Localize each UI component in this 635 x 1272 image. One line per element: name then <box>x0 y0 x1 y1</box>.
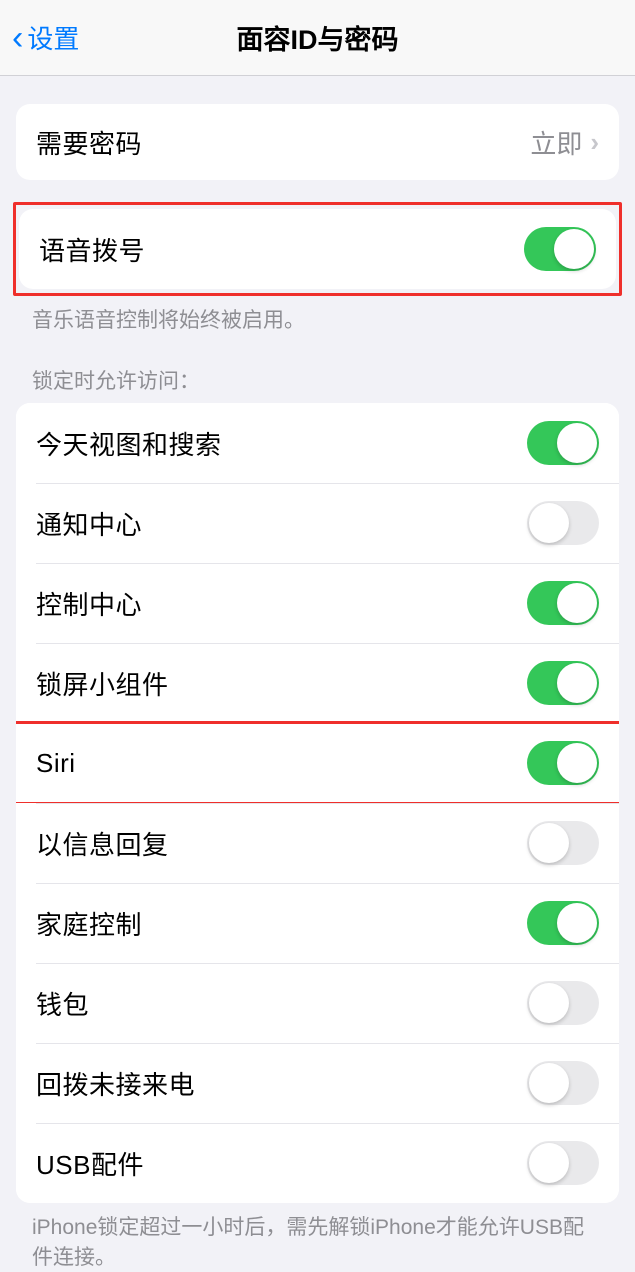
nav-header: ‹ 设置 面容ID与密码 <box>0 0 635 76</box>
lock-row: 以信息回复 <box>16 803 619 883</box>
row-label: 家庭控制 <box>36 905 142 942</box>
toggle-knob <box>557 423 597 463</box>
lock-row: 锁屏小组件 <box>16 643 619 723</box>
lock-access-group: 今天视图和搜索通知中心控制中心锁屏小组件 Siri 以信息回复家庭控制钱包回拨未接来… <box>16 403 619 1203</box>
toggle-knob <box>554 229 594 269</box>
row-label: 回拨未接来电 <box>36 1065 195 1102</box>
toggle-knob <box>557 903 597 943</box>
lock-toggle[interactable] <box>527 981 599 1025</box>
page-title: 面容ID与密码 <box>237 18 399 57</box>
row-label: Siri <box>36 748 76 779</box>
chevron-left-icon: ‹ <box>12 21 23 55</box>
lock-toggle[interactable] <box>527 1141 599 1185</box>
voice-dial-group: 语音拨号 <box>19 209 616 289</box>
content: 需要密码 立即 › 语音拨号 音乐语音控制将始终被启用。 锁定时允许访问： 今天… <box>0 104 635 1272</box>
lock-row: 钱包 <box>16 963 619 1043</box>
lock-toggle[interactable] <box>527 1061 599 1105</box>
toggle-knob <box>557 743 597 783</box>
chevron-right-icon: › <box>590 127 599 158</box>
voice-dial-row: 语音拨号 <box>19 209 616 289</box>
lock-toggle[interactable] <box>527 661 599 705</box>
toggle-knob <box>529 503 569 543</box>
require-passcode-row[interactable]: 需要密码 立即 › <box>16 104 619 180</box>
lock-toggle[interactable] <box>527 501 599 545</box>
toggle-knob <box>529 1063 569 1103</box>
row-label: 通知中心 <box>36 505 142 542</box>
voice-dial-toggle[interactable] <box>524 227 596 271</box>
row-label: 锁屏小组件 <box>36 665 169 702</box>
row-label: USB配件 <box>36 1145 144 1182</box>
row-label: 今天视图和搜索 <box>36 425 222 462</box>
lock-row: USB配件 <box>16 1123 619 1203</box>
lock-toggle[interactable] <box>527 901 599 945</box>
toggle-knob <box>557 663 597 703</box>
lock-section-header: 锁定时允许访问： <box>0 335 635 403</box>
lock-toggle[interactable] <box>527 821 599 865</box>
row-label: 以信息回复 <box>36 825 169 862</box>
toggle-knob <box>529 823 569 863</box>
row-label: 语音拨号 <box>39 231 145 268</box>
back-label: 设置 <box>27 19 79 56</box>
toggle-knob <box>529 983 569 1023</box>
lock-row: 回拨未接来电 <box>16 1043 619 1123</box>
lock-row: 今天视图和搜索 <box>16 403 619 483</box>
row-label: 控制中心 <box>36 585 142 622</box>
toggle-knob <box>529 1143 569 1183</box>
row-value-wrap: 立即 › <box>530 124 599 161</box>
voice-dial-highlight: 语音拨号 <box>13 202 622 296</box>
lock-section-footer: iPhone锁定超过一小时后，需先解锁iPhone才能允许USB配件连接。 <box>0 1203 635 1272</box>
back-button[interactable]: ‹ 设置 <box>12 19 79 56</box>
lock-row: Siri <box>16 723 619 803</box>
row-label: 钱包 <box>36 985 89 1022</box>
lock-row: 通知中心 <box>16 483 619 563</box>
toggle-knob <box>557 583 597 623</box>
lock-row: 控制中心 <box>16 563 619 643</box>
lock-toggle[interactable] <box>527 581 599 625</box>
lock-toggle[interactable] <box>527 421 599 465</box>
passcode-group: 需要密码 立即 › <box>16 104 619 180</box>
lock-row: 家庭控制 <box>16 883 619 963</box>
row-label: 需要密码 <box>36 124 142 161</box>
lock-toggle[interactable] <box>527 741 599 785</box>
voice-dial-footer: 音乐语音控制将始终被启用。 <box>0 296 635 335</box>
row-value: 立即 <box>530 124 582 161</box>
